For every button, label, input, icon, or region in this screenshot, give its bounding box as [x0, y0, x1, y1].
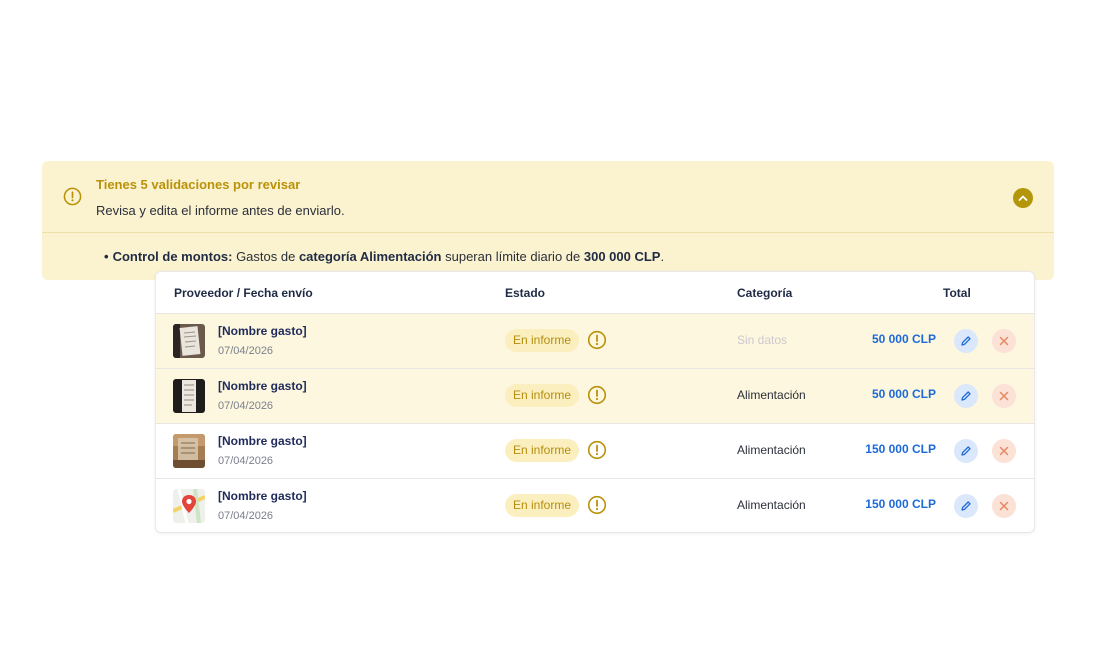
delete-button[interactable] — [992, 494, 1016, 518]
expense-total: 150 000 CLP — [865, 442, 936, 456]
rule-limit: 300 000 CLP — [583, 249, 661, 264]
receipt-photo-icon — [173, 379, 205, 413]
warning-circle-icon — [63, 187, 82, 206]
rule-text-end: . — [660, 249, 665, 264]
warning-circle-icon[interactable] — [587, 330, 607, 350]
rule-category: categoría Alimentación — [298, 249, 442, 264]
alert-rule-item: • Control de montos: Gastos de categoría … — [104, 249, 664, 264]
receipt-photo-icon — [173, 324, 205, 358]
status-badge: En informe — [505, 439, 580, 462]
close-icon — [999, 391, 1009, 401]
status-badge: En informe — [505, 494, 580, 517]
status-badge: En informe — [505, 384, 580, 407]
status-badge: En informe — [505, 329, 580, 352]
delete-button[interactable] — [992, 329, 1016, 353]
expense-name: [Nombre gasto] — [218, 324, 307, 338]
expense-date: 07/04/2026 — [218, 400, 274, 412]
expense-date: 07/04/2026 — [218, 510, 274, 522]
rule-label: Control de montos: — [112, 249, 233, 264]
close-icon — [999, 336, 1009, 346]
expense-total: 50 000 CLP — [871, 332, 936, 346]
expense-category: Alimentación — [737, 443, 806, 457]
table-row[interactable]: [Nombre gasto] 07/04/2026 En informe Ali… — [156, 423, 1034, 478]
close-icon — [999, 446, 1009, 456]
edit-button[interactable] — [954, 494, 978, 518]
pencil-icon — [961, 336, 971, 346]
warning-circle-icon[interactable] — [587, 440, 607, 460]
table-row[interactable]: [Nombre gasto] 07/04/2026 En informe Ali… — [156, 478, 1034, 532]
rule-text-1: Gastos de — [232, 249, 299, 264]
edit-button[interactable] — [954, 329, 978, 353]
receipt-photo-icon — [173, 434, 205, 468]
warning-circle-icon[interactable] — [587, 385, 607, 405]
header-category: Categoría — [737, 286, 793, 300]
expense-total: 150 000 CLP — [865, 497, 936, 511]
close-icon — [999, 501, 1009, 511]
table-row[interactable]: [Nombre gasto] 07/04/2026 En informe Sin… — [156, 313, 1034, 368]
collapse-alert-button[interactable] — [1013, 188, 1033, 208]
chevron-up-icon — [1018, 195, 1028, 201]
expense-category: Alimentación — [737, 388, 806, 402]
alert-header: Tienes 5 validaciones por revisar Revisa… — [42, 161, 1054, 233]
header-provider: Proveedor / Fecha envío — [174, 286, 313, 300]
expense-name: [Nombre gasto] — [218, 489, 307, 503]
delete-button[interactable] — [992, 439, 1016, 463]
header-status: Estado — [505, 286, 546, 300]
validation-alert: Tienes 5 validaciones por revisar Revisa… — [42, 161, 1054, 280]
expenses-table: Proveedor / Fecha envío Estado Categoría… — [155, 271, 1035, 533]
expense-date: 07/04/2026 — [218, 345, 274, 357]
edit-button[interactable] — [954, 439, 978, 463]
expense-name: [Nombre gasto] — [218, 434, 307, 448]
expense-total: 50 000 CLP — [871, 387, 936, 401]
pencil-icon — [961, 501, 971, 511]
pencil-icon — [961, 391, 971, 401]
table-header: Proveedor / Fecha envío Estado Categoría… — [156, 272, 1034, 313]
pencil-icon — [961, 446, 971, 456]
rule-text-2: superan límite diario de — [441, 249, 584, 264]
expense-name: [Nombre gasto] — [218, 379, 307, 393]
alert-subtitle: Revisa y edita el informe antes de envia… — [96, 203, 345, 218]
edit-button[interactable] — [954, 384, 978, 408]
table-row[interactable]: [Nombre gasto] 07/04/2026 En informe Ali… — [156, 368, 1034, 423]
alert-title: Tienes 5 validaciones por revisar — [96, 177, 301, 192]
expense-category: Sin datos — [737, 333, 788, 347]
delete-button[interactable] — [992, 384, 1016, 408]
expense-category: Alimentación — [737, 498, 806, 512]
header-total: Total — [943, 286, 971, 300]
warning-circle-icon[interactable] — [587, 495, 607, 515]
bullet: • — [104, 249, 109, 264]
map-pin-icon — [173, 489, 205, 523]
expense-date: 07/04/2026 — [218, 455, 274, 467]
